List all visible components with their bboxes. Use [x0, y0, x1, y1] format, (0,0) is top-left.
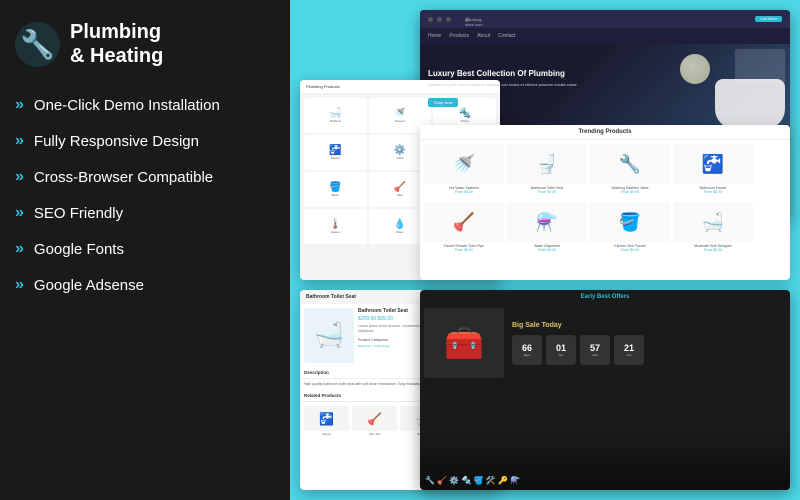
- feature-item-one-click-demo: » One-Click Demo Installation: [15, 96, 275, 114]
- brand-name: Plumbing & Heating: [70, 20, 163, 68]
- feature-item-google-fonts: » Google Fonts: [15, 240, 275, 258]
- features-list: » One-Click Demo Installation » Fully Re…: [15, 96, 275, 294]
- offers-product-image: 🧰: [424, 308, 504, 378]
- chevron-double-icon: »: [15, 276, 24, 294]
- related-item-2: 🪠 Pipe Set: [352, 406, 397, 436]
- grid-item-7: 🪣Basin: [304, 172, 367, 207]
- chevron-double-icon: »: [15, 240, 24, 258]
- svg-text:🔧: 🔧: [20, 27, 55, 61]
- preview-nav-bar: HomeProductsAboutContact: [420, 28, 790, 44]
- early-offers-panel: Early Best Offers 🧰 Big Sale Today 66 da…: [420, 290, 790, 490]
- timer-block-seconds: 21 sec: [614, 335, 644, 365]
- trending-item-7: 🪣 Kitchen Sink Faucet From $0.00: [590, 202, 670, 252]
- chevron-double-icon: »: [15, 132, 24, 150]
- feature-item-cross-browser: » Cross-Browser Compatible: [15, 168, 275, 186]
- right-preview-panel: plumbing-store.com Live Demo HomeProduct…: [290, 0, 800, 500]
- trending-title: Trending Products: [420, 125, 790, 140]
- trending-item-1: 🚿 Hot Water Systems From $0.00: [424, 144, 504, 194]
- brand-logo-icon: 🔧: [15, 22, 60, 67]
- timer-block-days: 66 days: [512, 335, 542, 365]
- preview-nav-btn: Live Demo: [755, 16, 782, 22]
- grid-item-1: 🛁Bathtub: [304, 98, 367, 133]
- trending-item-5: 🪠 Faucet Shower Tube Pipe From $0.00: [424, 202, 504, 252]
- preview-shop-now-btn: Shop Now: [428, 98, 458, 107]
- logo-area: 🔧 Plumbing & Heating: [15, 20, 275, 68]
- chevron-double-icon: »: [15, 204, 24, 222]
- trending-item-3: 🔧 Washing Machine Valve From $0.00: [590, 144, 670, 194]
- offers-body: 🧰 Big Sale Today 66 days 01 hrs 57 min: [420, 304, 790, 382]
- grid-item-10: 🌡️Heater: [304, 209, 367, 244]
- feature-item-fully-responsive: » Fully Responsive Design: [15, 132, 275, 150]
- preview-hero-text: Luxury Best Collection Of Plumbing Vesti…: [428, 69, 577, 110]
- trending-products-panel: Trending Products 🚿 Hot Water Systems Fr…: [420, 125, 790, 280]
- detail-product-image: 🛁: [304, 308, 354, 363]
- chevron-double-icon: »: [15, 96, 24, 114]
- feature-item-seo-friendly: » SEO Friendly: [15, 204, 275, 222]
- preview-browser-bar: plumbing-store.com Live Demo: [420, 10, 790, 28]
- left-panel: 🔧 Plumbing & Heating » One-Click Demo In…: [0, 0, 290, 500]
- related-item-1: 🚰 Faucet: [304, 406, 349, 436]
- trending-item-4: 🚰 Bathroom Faucet From $0.00: [673, 144, 753, 194]
- offers-content: Big Sale Today 66 days 01 hrs 57 min: [512, 322, 786, 365]
- timer-block-hours: 01 hrs: [546, 335, 576, 365]
- feature-item-google-adsense: » Google Adsense: [15, 276, 275, 294]
- offers-sale-label: Big Sale Today: [512, 322, 786, 329]
- countdown-timer: 66 days 01 hrs 57 min 21 sec: [512, 335, 786, 365]
- trending-row-2: 🪠 Faucet Shower Tube Pipe From $0.00 ⚗️ …: [420, 198, 790, 256]
- trending-item-8: 🛁 Moderate Sink Designer From $0.00: [673, 202, 753, 252]
- trending-item-2: 🚽 Bathroom Toilet Seat From $0.00: [507, 144, 587, 194]
- offers-bg-decoration: 🔧 🪠 ⚙️ 🔩 🪣 🛠️ 🔑 ⚗️: [420, 430, 790, 490]
- trending-products-list: 🚿 Hot Water Systems From $0.00 🚽 Bathroo…: [420, 140, 790, 198]
- chevron-double-icon: »: [15, 168, 24, 186]
- offers-title: Early Best Offers: [420, 290, 790, 304]
- preview-moon-decoration: [680, 54, 710, 84]
- timer-block-minutes: 57 min: [580, 335, 610, 365]
- preview-bath-decoration: [715, 79, 785, 129]
- grid-item-4: 🚰Faucet: [304, 135, 367, 170]
- trending-item-6: ⚗️ Water Dispenser From $0.00: [507, 202, 587, 252]
